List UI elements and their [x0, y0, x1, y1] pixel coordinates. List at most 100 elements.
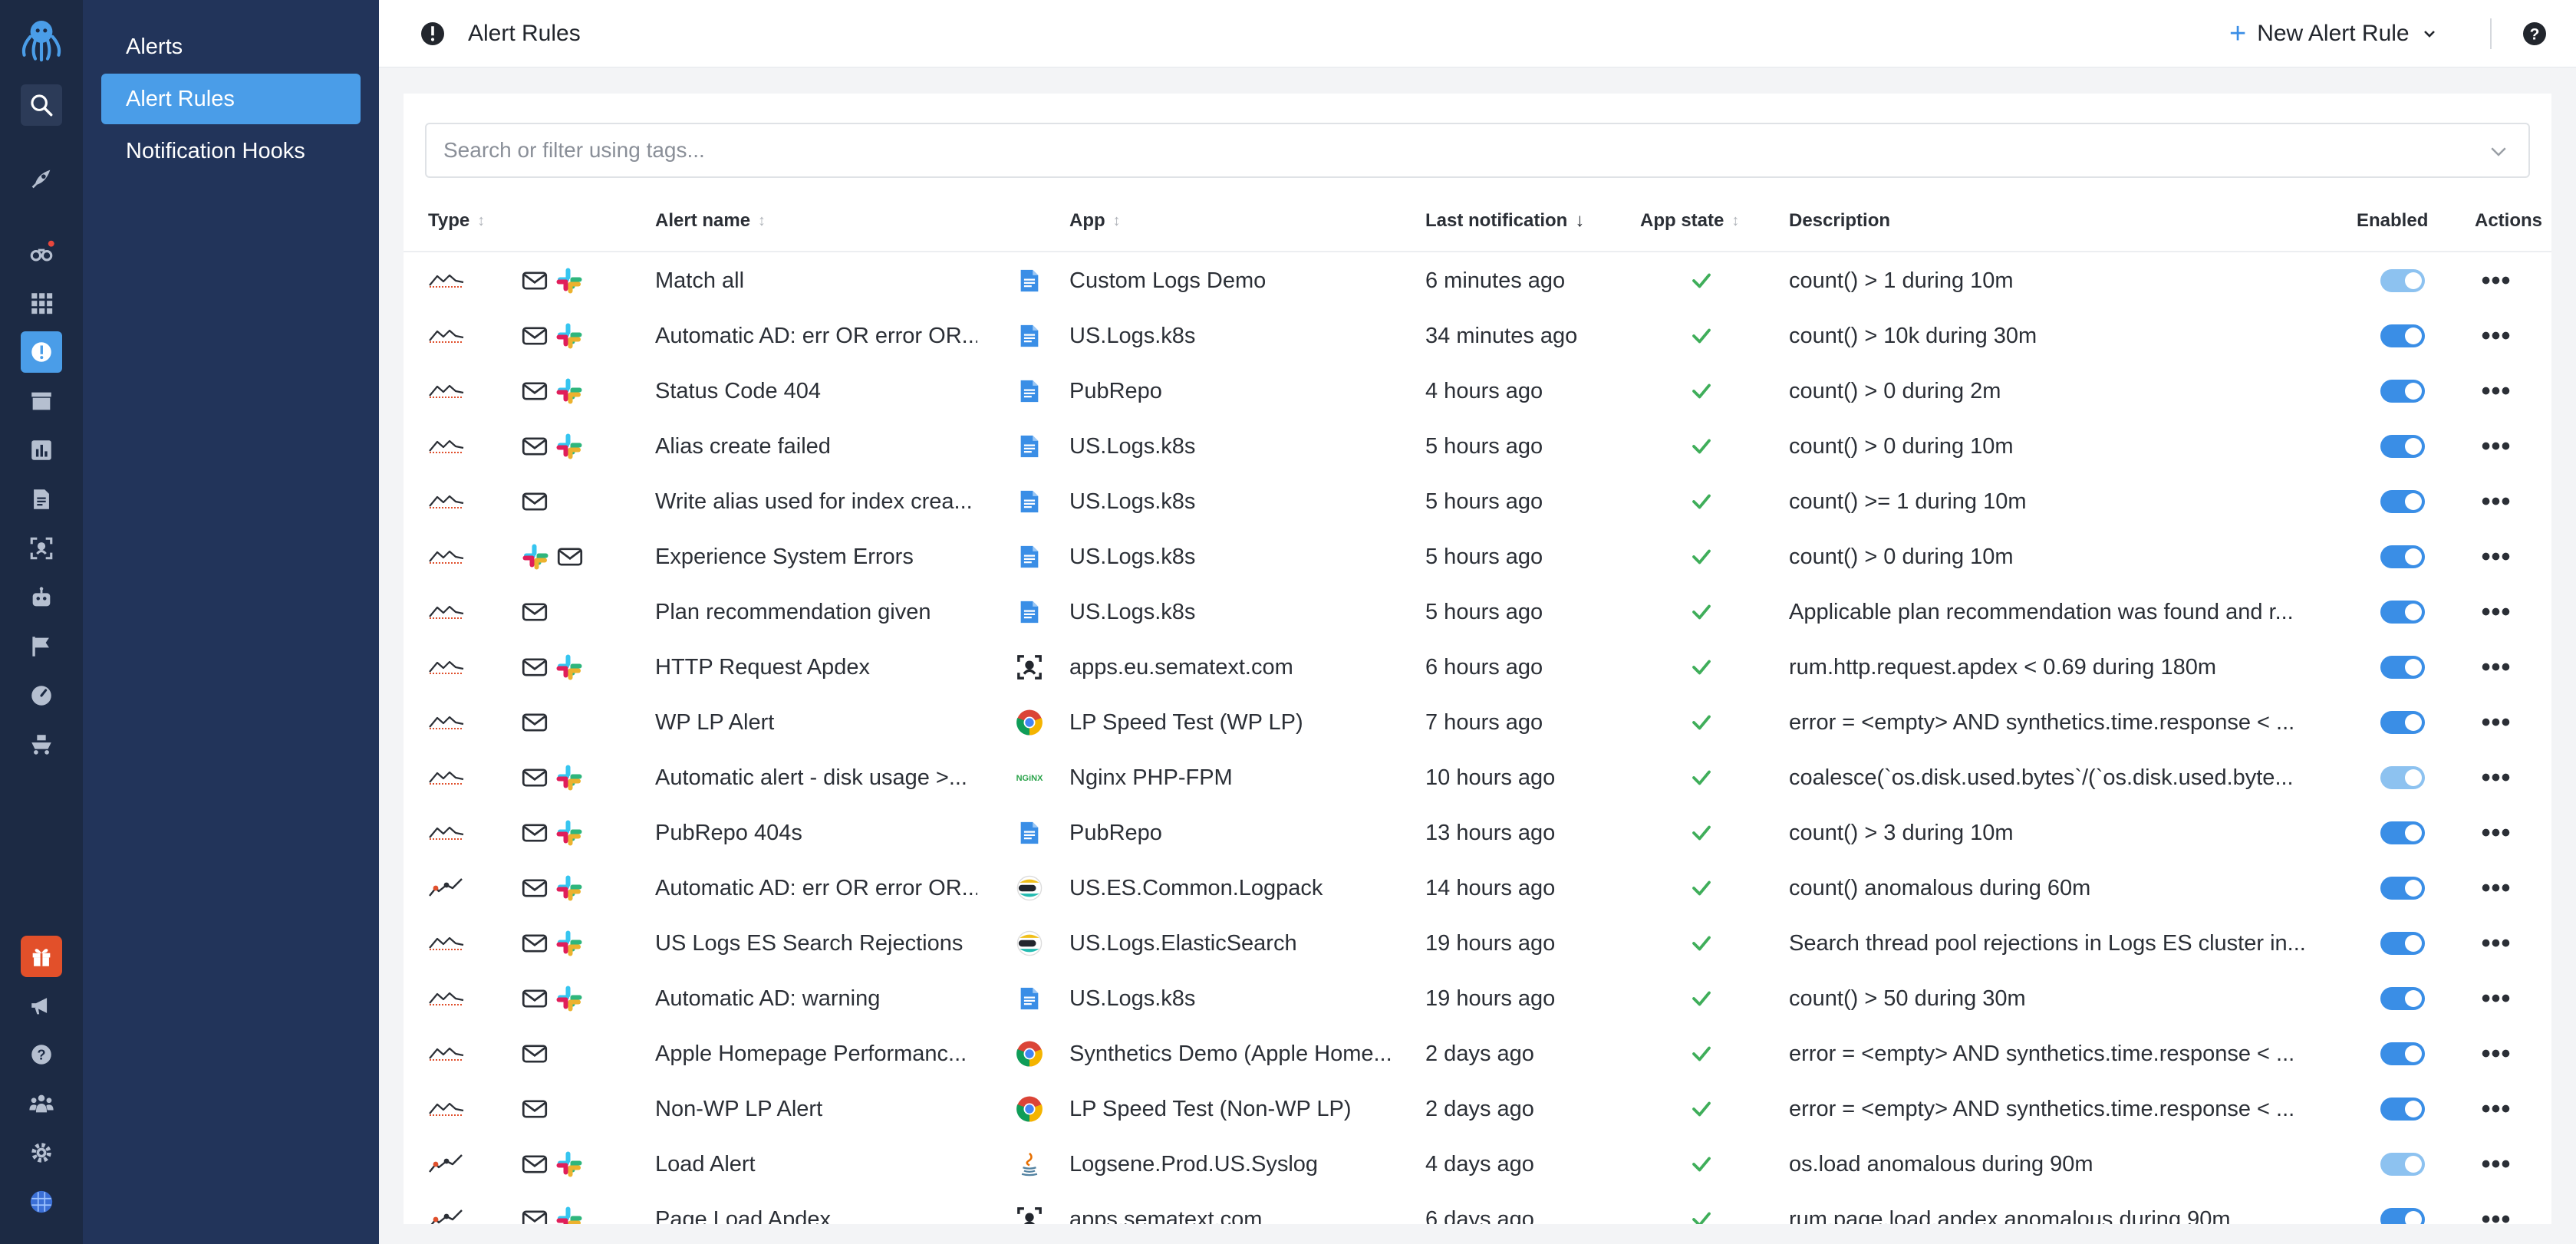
alert-name[interactable]: Plan recommendation given — [655, 584, 977, 640]
app-name[interactable]: US.Logs.k8s — [1069, 529, 1415, 584]
enabled-toggle[interactable] — [2380, 1042, 2425, 1065]
enabled-toggle[interactable] — [2380, 1208, 2425, 1224]
nav-item-notification-hooks[interactable]: Notification Hooks — [101, 126, 361, 176]
alert-name[interactable]: Match all — [655, 253, 977, 308]
app-name[interactable]: US.Logs.k8s — [1069, 419, 1415, 474]
column-header-alert-name[interactable]: Alert name ↕ — [655, 210, 766, 232]
enabled-toggle[interactable] — [2380, 656, 2425, 679]
more-actions-icon[interactable]: ••• — [2482, 323, 2512, 349]
nav-item-alerts[interactable]: Alerts — [101, 21, 361, 72]
alert-name[interactable]: US Logs ES Search Rejections — [655, 916, 977, 971]
alert-name[interactable]: Non-WP LP Alert — [655, 1081, 977, 1137]
table-row[interactable]: Load Alert Logsene.Prod.US.Syslog 4 days a… — [404, 1137, 2551, 1192]
app-name[interactable]: US.Logs.k8s — [1069, 308, 1415, 364]
app-name[interactable]: Nginx PHP-FPM — [1069, 750, 1415, 805]
megaphone-icon[interactable] — [21, 985, 62, 1026]
nav-item-alert-rules[interactable]: Alert Rules — [101, 74, 361, 124]
column-header-last-notification[interactable]: Last notification ↓ — [1425, 210, 1584, 232]
table-row[interactable]: Write alias used for index crea... US.Log… — [404, 474, 2551, 529]
alert-name[interactable]: HTTP Request Apdex — [655, 640, 977, 695]
enabled-toggle[interactable] — [2380, 545, 2425, 568]
alert-name[interactable]: Experience System Errors — [655, 529, 977, 584]
alerts-icon[interactable] — [21, 331, 62, 373]
table-row[interactable]: Plan recommendation given US.Logs.k8s 5 ho… — [404, 584, 2551, 640]
more-actions-icon[interactable]: ••• — [2482, 709, 2512, 736]
more-actions-icon[interactable]: ••• — [2482, 268, 2512, 294]
gift-icon[interactable] — [21, 936, 62, 977]
table-row[interactable]: Automatic AD: err OR error OR... US.Logs.… — [404, 308, 2551, 364]
more-actions-icon[interactable]: ••• — [2482, 986, 2512, 1012]
search-icon[interactable] — [21, 84, 62, 126]
enabled-toggle[interactable] — [2380, 269, 2425, 292]
more-actions-icon[interactable]: ••• — [2482, 544, 2512, 570]
table-row[interactable]: Apple Homepage Performanc... Synthetics D… — [404, 1026, 2551, 1081]
table-row[interactable]: Match all Custom Logs Demo 6 minutes ago co… — [404, 253, 2551, 308]
alert-name[interactable]: Status Code 404 — [655, 364, 977, 419]
more-actions-icon[interactable]: ••• — [2482, 1041, 2512, 1067]
alert-name[interactable]: Automatic AD: err OR error OR... — [655, 308, 977, 364]
settings-gear-icon[interactable] — [21, 1132, 62, 1173]
enabled-toggle[interactable] — [2380, 987, 2425, 1010]
alert-name[interactable]: Page Load Apdex — [655, 1192, 977, 1225]
alert-name[interactable]: Apple Homepage Performanc... — [655, 1026, 977, 1081]
column-header-app-state[interactable]: App state ↕ — [1640, 210, 1739, 232]
more-actions-icon[interactable]: ••• — [2482, 1096, 2512, 1122]
alert-name[interactable]: Load Alert — [655, 1137, 977, 1192]
enabled-toggle[interactable] — [2380, 877, 2425, 900]
more-actions-icon[interactable]: ••• — [2482, 875, 2512, 901]
more-actions-icon[interactable]: ••• — [2482, 378, 2512, 404]
more-actions-icon[interactable]: ••• — [2482, 930, 2512, 956]
app-name[interactable]: PubRepo — [1069, 805, 1415, 861]
binoculars-icon[interactable] — [21, 232, 62, 273]
rocket-icon[interactable] — [21, 158, 62, 199]
enabled-toggle[interactable] — [2380, 932, 2425, 955]
app-name[interactable]: US.Logs.k8s — [1069, 971, 1415, 1026]
column-header-type[interactable]: Type ↕ — [428, 210, 485, 232]
more-actions-icon[interactable]: ••• — [2482, 489, 2512, 515]
more-actions-icon[interactable]: ••• — [2482, 1206, 2512, 1224]
alert-name[interactable]: WP LP Alert — [655, 695, 977, 750]
alert-name[interactable]: Automatic alert - disk usage >... — [655, 750, 977, 805]
user-avatar-icon[interactable] — [21, 1181, 62, 1223]
alert-name[interactable]: Automatic AD: err OR error OR... — [655, 861, 977, 916]
app-name[interactable]: Synthetics Demo (Apple Home... — [1069, 1026, 1415, 1081]
alert-name[interactable]: PubRepo 404s — [655, 805, 977, 861]
search-filter[interactable] — [425, 123, 2530, 178]
team-icon[interactable] — [21, 1083, 62, 1124]
table-row[interactable]: Non-WP LP Alert LP Speed Test (Non-WP LP)… — [404, 1081, 2551, 1137]
scan-icon[interactable] — [21, 528, 62, 569]
apps-grid-icon[interactable] — [21, 282, 62, 324]
table-row[interactable]: WP LP Alert LP Speed Test (WP LP) 7 hours … — [404, 695, 2551, 750]
more-actions-icon[interactable]: ••• — [2482, 599, 2512, 625]
app-name[interactable]: Logsene.Prod.US.Syslog — [1069, 1137, 1415, 1192]
enabled-toggle[interactable] — [2380, 821, 2425, 844]
bar-chart-icon[interactable] — [21, 429, 62, 471]
more-actions-icon[interactable]: ••• — [2482, 433, 2512, 459]
alert-name[interactable]: Alias create failed — [655, 419, 977, 474]
app-name[interactable]: LP Speed Test (WP LP) — [1069, 695, 1415, 750]
alert-name[interactable]: Write alias used for index crea... — [655, 474, 977, 529]
enabled-toggle[interactable] — [2380, 324, 2425, 347]
enabled-toggle[interactable] — [2380, 601, 2425, 624]
more-actions-icon[interactable]: ••• — [2482, 1151, 2512, 1177]
table-row[interactable]: Automatic alert - disk usage >... NGiNX Ng… — [404, 750, 2551, 805]
enabled-toggle[interactable] — [2380, 380, 2425, 403]
enabled-toggle[interactable] — [2380, 490, 2425, 513]
table-row[interactable]: Alias create failed US.Logs.k8s 5 hours ag… — [404, 419, 2551, 474]
octopus-logo-icon[interactable] — [15, 14, 68, 64]
inbox-icon[interactable] — [21, 380, 62, 422]
more-actions-icon[interactable]: ••• — [2482, 765, 2512, 791]
app-name[interactable]: LP Speed Test (Non-WP LP) — [1069, 1081, 1415, 1137]
table-row[interactable]: Experience System Errors US.Logs.k8s 5 hou… — [404, 529, 2551, 584]
app-name[interactable]: US.ES.Common.Logpack — [1069, 861, 1415, 916]
table-row[interactable]: Automatic AD: warning US.Logs.k8s 19 hours… — [404, 971, 2551, 1026]
column-header-app[interactable]: App ↕ — [1069, 210, 1121, 232]
app-name[interactable]: US.Logs.k8s — [1069, 584, 1415, 640]
chevron-down-icon[interactable] — [2487, 140, 2510, 163]
table-row[interactable]: US Logs ES Search Rejections US.Logs.Elas… — [404, 916, 2551, 971]
table-row[interactable]: Page Load Apdex apps.sematext.com 6 days a… — [404, 1192, 2551, 1224]
app-name[interactable]: US.Logs.ElasticSearch — [1069, 916, 1415, 971]
robot-icon[interactable] — [21, 577, 62, 618]
new-alert-rule-button[interactable]: + New Alert Rule — [2229, 15, 2439, 52]
enabled-toggle[interactable] — [2380, 435, 2425, 458]
